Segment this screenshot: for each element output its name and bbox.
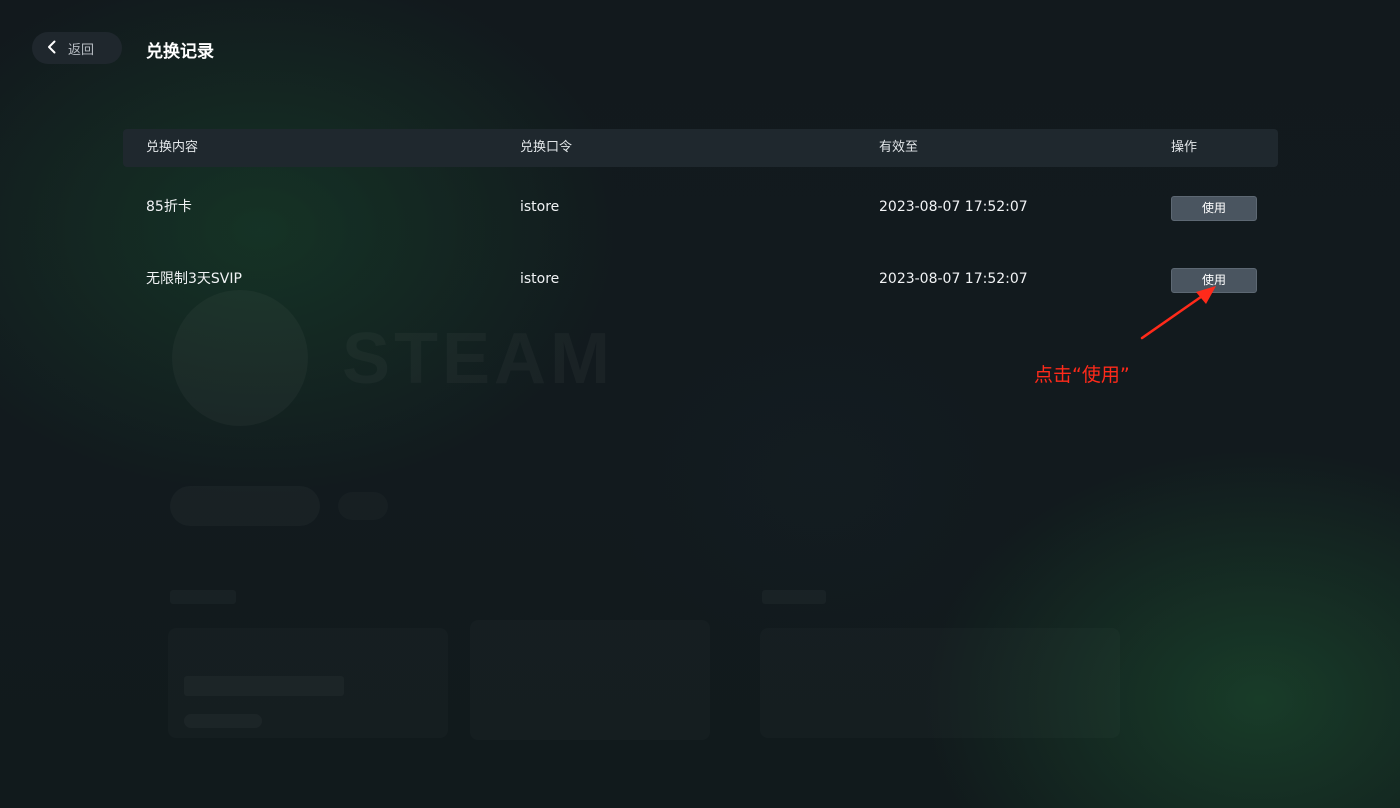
background-line xyxy=(170,590,236,604)
column-header-action: 操作 xyxy=(1171,140,1198,155)
page-title: 兑换记录 xyxy=(146,42,214,62)
column-header-code: 兑换口令 xyxy=(520,140,573,155)
background-card xyxy=(168,628,448,738)
cell-expires: 2023-08-07 17:52:07 xyxy=(879,271,1028,287)
cell-code: istore xyxy=(520,271,560,287)
redeem-records-table: 兑换内容 兑换口令 有效至 操作 85折卡 istore 2023-08-07 … xyxy=(123,129,1278,315)
back-label: 返回 xyxy=(68,42,95,58)
steam-wordmark-watermark: STEAM xyxy=(342,318,614,400)
annotation-text: 点击“使用” xyxy=(1034,364,1130,386)
background-card xyxy=(760,628,1120,738)
column-header-content: 兑换内容 xyxy=(146,140,199,155)
background-pill xyxy=(170,486,320,526)
annotation-arrow-icon xyxy=(1140,286,1216,340)
cell-code: istore xyxy=(520,199,560,215)
background-card xyxy=(470,620,710,740)
table-row: 无限制3天SVIP istore 2023-08-07 17:52:07 使用 xyxy=(123,243,1278,315)
background-line xyxy=(184,676,344,696)
use-button[interactable]: 使用 xyxy=(1171,196,1257,221)
back-button[interactable]: 返回 xyxy=(32,32,122,64)
chevron-left-icon xyxy=(46,39,58,58)
cell-content: 85折卡 xyxy=(146,199,192,215)
table-header: 兑换内容 兑换口令 有效至 操作 xyxy=(123,129,1278,167)
table-row: 85折卡 istore 2023-08-07 17:52:07 使用 xyxy=(123,171,1278,243)
background-pill xyxy=(338,492,388,520)
background-line xyxy=(762,590,826,604)
cell-content: 无限制3天SVIP xyxy=(146,271,242,287)
column-header-expires: 有效至 xyxy=(879,140,919,155)
background-artwork: STEAM xyxy=(0,0,1400,808)
background-line xyxy=(184,714,262,728)
cell-expires: 2023-08-07 17:52:07 xyxy=(879,199,1028,215)
